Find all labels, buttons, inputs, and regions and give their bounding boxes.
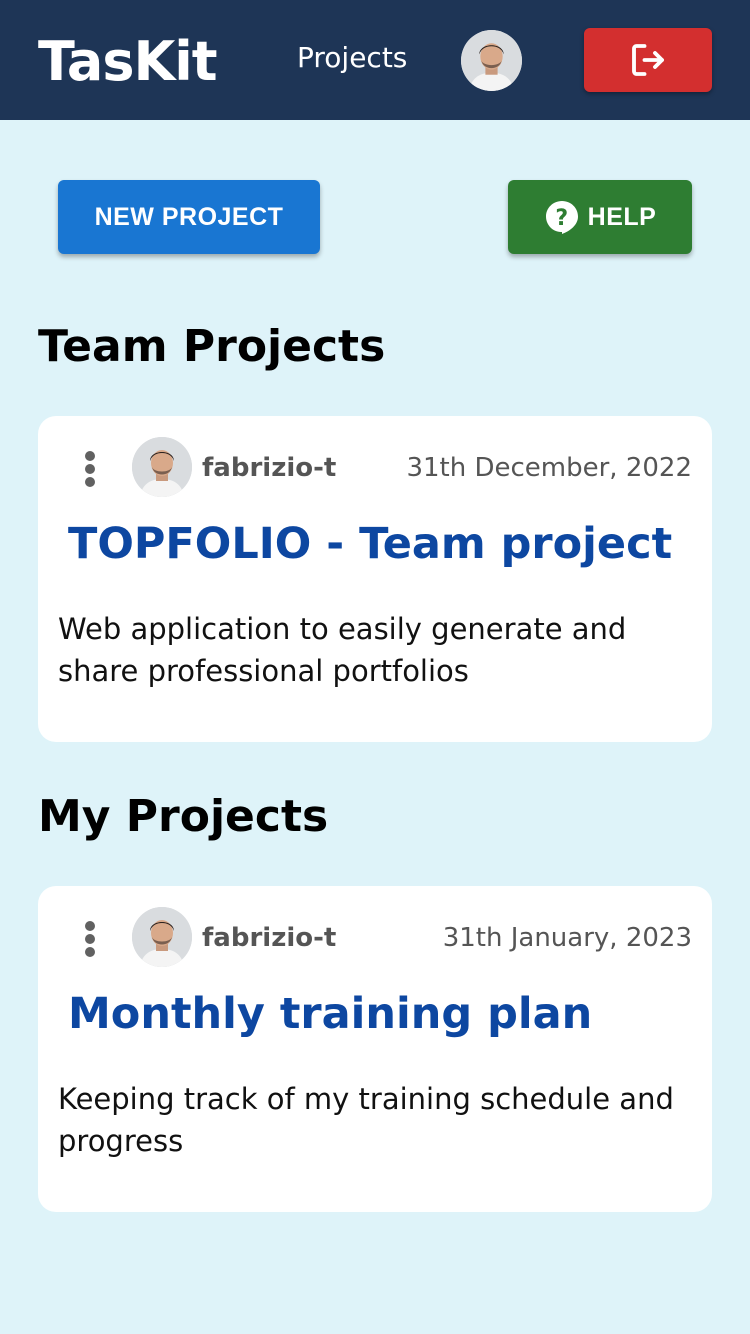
project-card[interactable]: fabrizio-t 31th January, 2023 Monthly tr… <box>38 886 712 1212</box>
nav-link-projects[interactable]: Projects <box>297 40 407 76</box>
project-card[interactable]: fabrizio-t 31th December, 2022 TOPFOLIO … <box>38 416 712 742</box>
help-circle-icon: ? <box>545 201 578 234</box>
owner-username: fabrizio-t <box>202 923 337 953</box>
more-vertical-icon[interactable] <box>80 451 100 487</box>
help-button[interactable]: ? HELP <box>508 180 692 254</box>
project-title[interactable]: TOPFOLIO - Team project <box>68 516 672 572</box>
project-description: Keeping track of my training schedule an… <box>58 1082 674 1158</box>
logout-button[interactable] <box>584 28 712 92</box>
app-logo[interactable]: TasKit <box>38 30 218 94</box>
logout-icon <box>632 44 664 76</box>
more-vertical-icon[interactable] <box>80 921 100 957</box>
top-navbar: TasKit Projects <box>0 0 750 120</box>
project-date: 31th January, 2023 <box>442 923 692 953</box>
project-description: Web application to easily generate and s… <box>58 612 627 688</box>
team-projects-heading: Team Projects <box>38 321 386 372</box>
my-projects-heading: My Projects <box>38 791 329 842</box>
owner-username: fabrizio-t <box>202 453 337 483</box>
owner-avatar <box>132 437 192 497</box>
project-date: 31th December, 2022 <box>406 453 692 483</box>
user-avatar[interactable] <box>461 30 522 91</box>
owner-avatar <box>132 907 192 967</box>
help-button-label: HELP <box>587 202 657 231</box>
project-title[interactable]: Monthly training plan <box>68 986 592 1042</box>
svg-text:?: ? <box>555 206 568 231</box>
new-project-button[interactable]: NEW PROJECT <box>58 180 320 254</box>
